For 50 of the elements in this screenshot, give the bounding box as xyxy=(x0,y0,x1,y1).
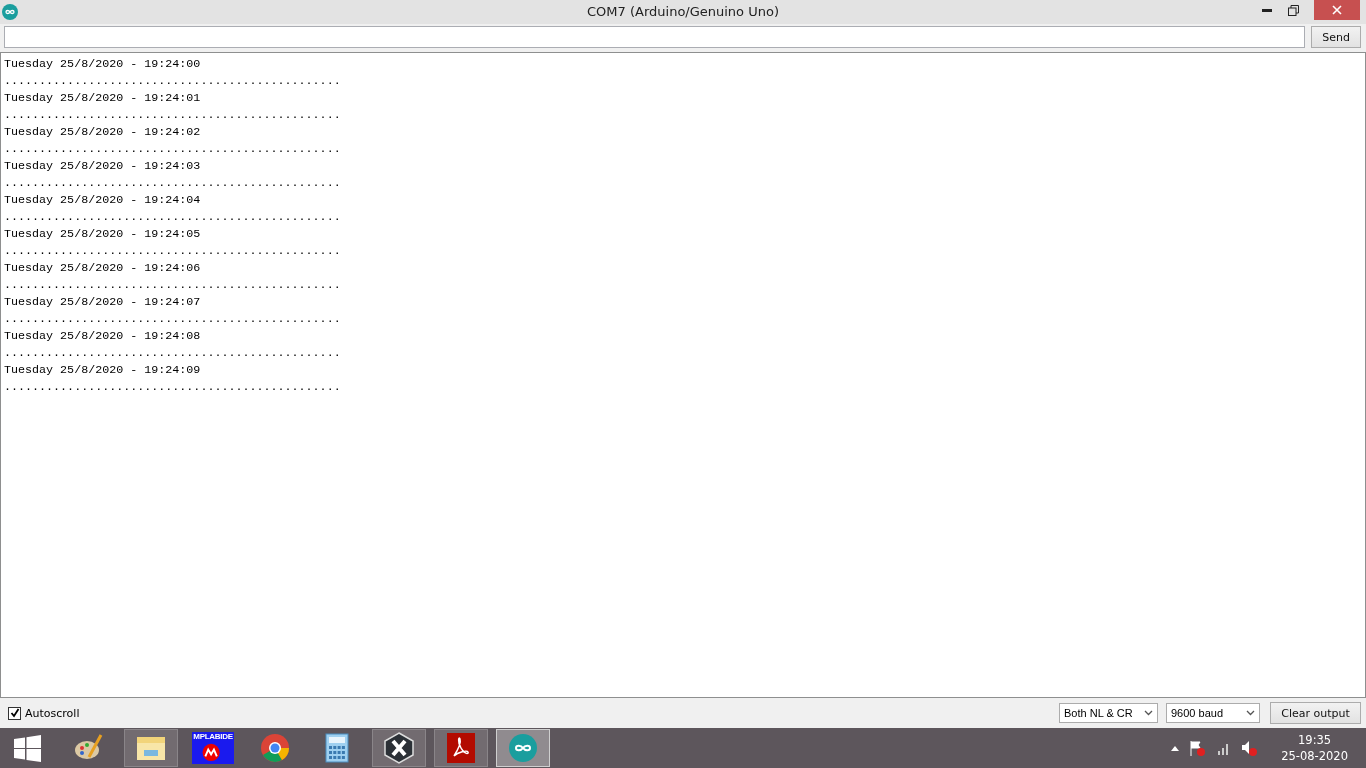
flag-error-icon xyxy=(1189,740,1206,756)
dropdown-caret-icon xyxy=(1246,710,1255,716)
output-line: Tuesday 25/8/2020 - 19:24:02 xyxy=(4,124,201,141)
speaker-muted-icon xyxy=(1241,740,1258,756)
output-line: ................................................ xyxy=(4,277,341,294)
baud-rate-dropdown[interactable]: 9600 baud xyxy=(1166,703,1260,723)
output-line: Tuesday 25/8/2020 - 19:24:04 xyxy=(4,192,201,209)
taskbar-app[interactable]: MPLABIDE xyxy=(186,729,240,767)
autoscroll-label: Autoscroll xyxy=(25,706,80,720)
calculator-icon xyxy=(325,733,349,763)
output-line: ................................................ xyxy=(4,209,341,226)
clock-time: 19:35 xyxy=(1298,732,1332,748)
output-line: ................................................ xyxy=(4,141,341,158)
clear-output-button[interactable]: Clear output xyxy=(1270,702,1361,724)
output-line: Tuesday 25/8/2020 - 19:24:01 xyxy=(4,90,201,107)
autoscroll-checkbox[interactable] xyxy=(8,706,21,720)
output-line: ................................................ xyxy=(4,175,341,192)
restore-icon xyxy=(1287,4,1299,16)
send-button[interactable]: Send xyxy=(1311,26,1361,48)
pdf-reader-icon xyxy=(447,733,475,763)
folder-icon xyxy=(135,734,167,762)
output-line: Tuesday 25/8/2020 - 19:24:05 xyxy=(4,226,201,243)
output-line: ................................................ xyxy=(4,107,341,124)
x-logo-icon xyxy=(384,732,414,764)
output-line: ................................................ xyxy=(4,243,341,260)
output-line: ................................................ xyxy=(4,311,341,328)
window-title: COM7 (Arduino/Genuino Uno) xyxy=(587,4,779,19)
output-line: Tuesday 25/8/2020 - 19:24:09 xyxy=(4,362,201,379)
output-line: Tuesday 25/8/2020 - 19:24:07 xyxy=(4,294,201,311)
close-icon xyxy=(1332,5,1342,15)
output-line: ................................................ xyxy=(4,379,341,396)
taskbar-app[interactable] xyxy=(372,729,426,767)
output-line: Tuesday 25/8/2020 - 19:24:03 xyxy=(4,158,201,175)
output-line: Tuesday 25/8/2020 - 19:24:08 xyxy=(4,328,201,345)
output-line: Tuesday 25/8/2020 - 19:24:00 xyxy=(4,56,201,73)
serial-input-field[interactable] xyxy=(4,26,1306,48)
output-line: Tuesday 25/8/2020 - 19:24:06 xyxy=(4,260,201,277)
logo-text: MPLABIDE xyxy=(193,732,233,741)
infinity-logo-icon xyxy=(2,4,18,20)
caret-up-icon xyxy=(1171,745,1180,751)
chrome-logo-icon xyxy=(260,733,290,763)
infinity-logo-icon xyxy=(508,733,538,763)
dropdown-caret-icon xyxy=(1144,710,1153,716)
close-button[interactable] xyxy=(1314,0,1360,20)
output-line: ................................................ xyxy=(4,73,341,90)
windows-logo-icon xyxy=(13,734,41,762)
minimize-icon xyxy=(1262,8,1272,12)
output-line: ................................................ xyxy=(4,345,341,362)
clock-date: 25-08-2020 xyxy=(1281,748,1348,764)
line-ending-dropdown[interactable]: Both NL & CR xyxy=(1059,703,1158,723)
